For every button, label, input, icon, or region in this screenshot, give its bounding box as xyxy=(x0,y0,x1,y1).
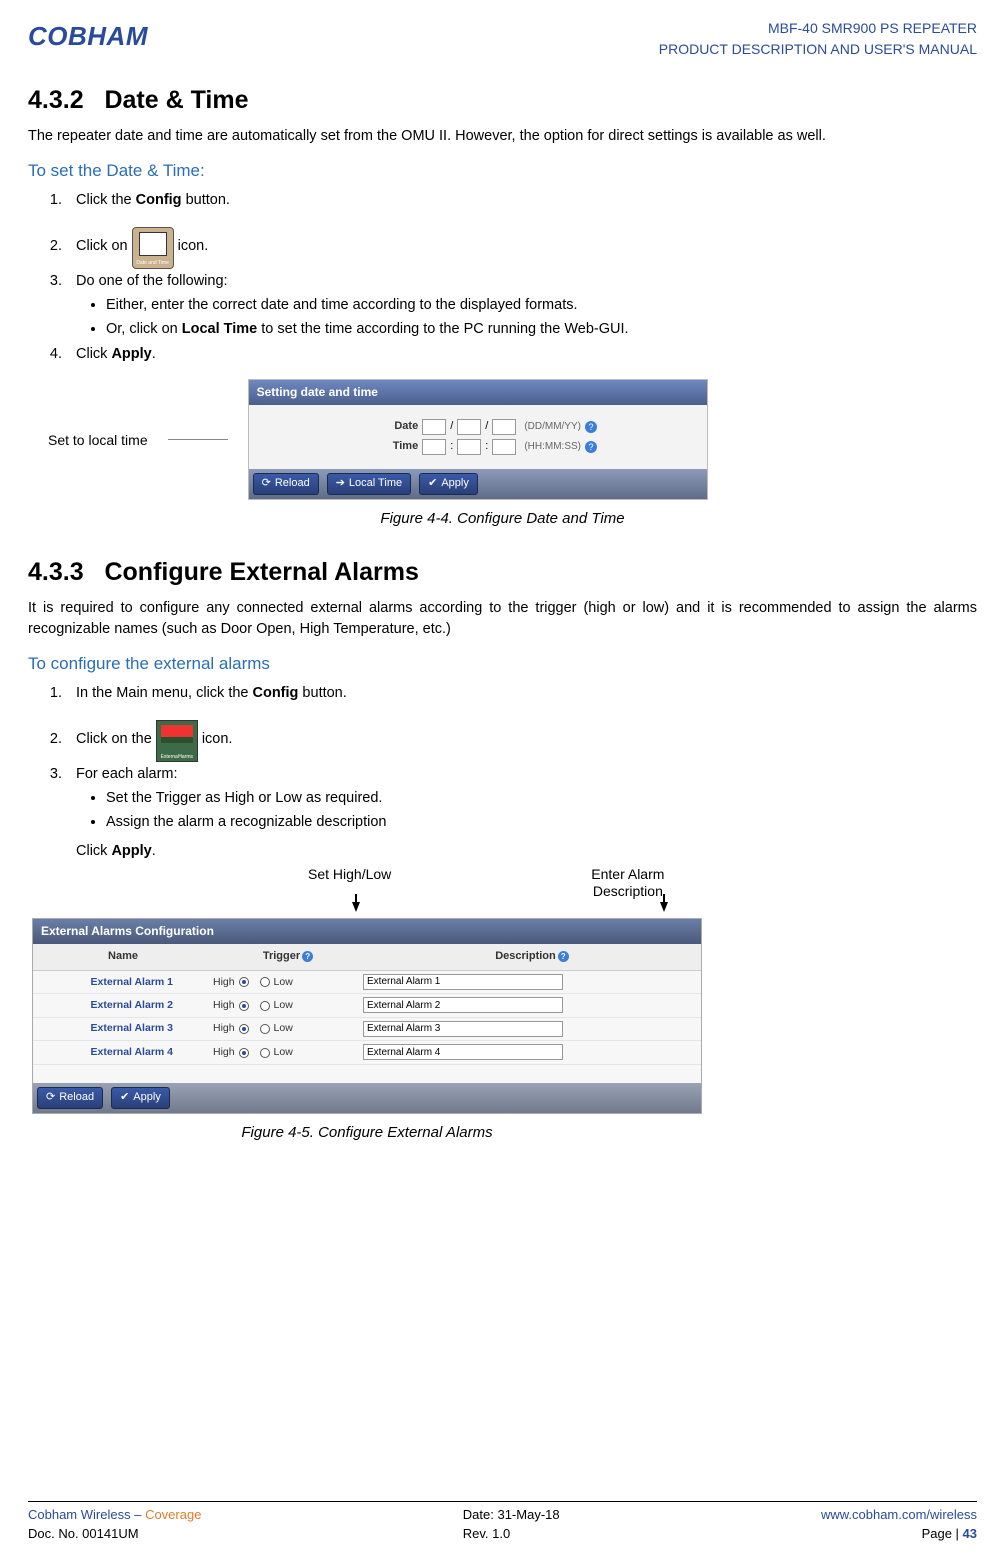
reload-button[interactable]: ⟳Reload xyxy=(37,1087,103,1109)
table-row: External Alarm 4 High Low xyxy=(33,1041,701,1064)
help-icon[interactable]: ? xyxy=(302,951,313,962)
alarm-name: External Alarm 4 xyxy=(33,1045,213,1060)
help-icon[interactable]: ? xyxy=(585,441,597,453)
header-line1: MBF-40 SMR900 PS REPEATER xyxy=(659,18,977,39)
alarm-desc-input[interactable] xyxy=(363,974,563,990)
datetime-panel-title: Setting date and time xyxy=(249,380,707,405)
external-alarms-panel-title: External Alarms Configuration xyxy=(33,919,701,944)
step-432-4: Click Apply. xyxy=(66,344,977,365)
callout-local-time: Set to local time xyxy=(48,430,148,450)
step-433-3-b2: Assign the alarm a recognizable descript… xyxy=(106,812,977,833)
datetime-panel: Setting date and time Date // (DD/MM/YY)… xyxy=(248,379,708,500)
reload-icon: ⟳ xyxy=(262,476,271,492)
figure-4-5-caption: Figure 4-5. Configure External Alarms xyxy=(32,1122,702,1144)
time-label: Time xyxy=(358,439,418,455)
alarm-name: External Alarm 2 xyxy=(33,998,213,1013)
date-label: Date xyxy=(358,419,418,435)
apply-button[interactable]: ✔Apply xyxy=(419,473,478,495)
footer-center: Date: 31-May-18 Rev. 1.0 xyxy=(463,1506,560,1544)
external-alarms-icon xyxy=(156,720,198,762)
section-432-sub: To set the Date & Time: xyxy=(28,159,977,184)
col-name: Name xyxy=(33,944,213,970)
footer-right: www.cobham.com/wireless Page | 43 xyxy=(821,1506,977,1544)
col-description: Description? xyxy=(363,944,701,970)
external-alarms-panel: External Alarms Configuration Name Trigg… xyxy=(32,918,702,1114)
alarm-name: External Alarm 3 xyxy=(33,1021,213,1036)
section-433-intro: It is required to configure any connecte… xyxy=(28,598,977,640)
time-ss-input[interactable] xyxy=(492,439,516,455)
help-icon[interactable]: ? xyxy=(585,421,597,433)
step-433-2: Click on the icon. xyxy=(66,718,977,760)
header-doc-title: MBF-40 SMR900 PS REPEATER PRODUCT DESCRI… xyxy=(659,18,977,60)
step-433-1: In the Main menu, click the Config butto… xyxy=(66,683,977,704)
arrow-icon: ➔ xyxy=(336,476,345,492)
table-row: External Alarm 2 High Low xyxy=(33,994,701,1017)
time-mm-input[interactable] xyxy=(457,439,481,455)
time-hh-input[interactable] xyxy=(422,439,446,455)
help-icon[interactable]: ? xyxy=(558,951,569,962)
annotation-arrows xyxy=(28,902,977,918)
annot-enter-desc: Enter AlarmDescription xyxy=(591,866,664,900)
step-432-3: Do one of the following: Either, enter t… xyxy=(66,271,977,340)
reload-icon: ⟳ xyxy=(46,1090,55,1106)
reload-button[interactable]: ⟳Reload xyxy=(253,473,319,495)
section-432-title: Date & Time xyxy=(104,86,248,114)
annot-set-high-low: Set High/Low xyxy=(308,866,391,900)
table-row: External Alarm 3 High Low xyxy=(33,1018,701,1041)
step-433-4: Click Apply. xyxy=(66,841,156,862)
check-icon: ✔ xyxy=(428,476,437,492)
radio-low[interactable] xyxy=(260,1001,270,1011)
radio-high[interactable] xyxy=(239,977,249,987)
page-header: COBHAM MBF-40 SMR900 PS REPEATER PRODUCT… xyxy=(28,18,977,60)
alarm-desc-input[interactable] xyxy=(363,1021,563,1037)
external-alarms-thead: Name Trigger? Description? xyxy=(33,944,701,971)
section-432-num: 4.3.2 xyxy=(28,86,84,114)
radio-low[interactable] xyxy=(260,1024,270,1034)
arrow-down-icon xyxy=(352,902,360,912)
step-432-3-b1: Either, enter the correct date and time … xyxy=(106,295,977,316)
radio-low[interactable] xyxy=(260,1048,270,1058)
steps-433: In the Main menu, click the Config butto… xyxy=(28,683,977,866)
figure-4-4: Set to local time Setting date and time … xyxy=(28,379,977,530)
figure-4-5-annotations: Set High/Low Enter AlarmDescription xyxy=(28,866,977,900)
step-432-1: Click the Config button. xyxy=(66,190,977,211)
alarm-name: External Alarm 1 xyxy=(33,975,213,990)
section-432-intro: The repeater date and time are automatic… xyxy=(28,126,977,147)
alarm-desc-input[interactable] xyxy=(363,1044,563,1060)
table-row: External Alarm 1 High Low xyxy=(33,971,701,994)
step-433-3: For each alarm: Set the Trigger as High … xyxy=(66,764,977,833)
steps-432: Click the Config button. Click on icon. … xyxy=(28,190,977,365)
date-yy-input[interactable] xyxy=(492,419,516,435)
apply-button[interactable]: ✔Apply xyxy=(111,1087,170,1109)
step-432-2: Click on icon. xyxy=(66,225,977,267)
callout-connector xyxy=(168,439,228,440)
figure-4-4-caption: Figure 4-4. Configure Date and Time xyxy=(28,508,977,530)
cobham-logo: COBHAM xyxy=(28,18,148,56)
section-433-title: Configure External Alarms xyxy=(104,558,418,586)
footer-left: Cobham Wireless – Coverage Doc. No. 0014… xyxy=(28,1506,201,1544)
alarm-desc-input[interactable] xyxy=(363,997,563,1013)
radio-high[interactable] xyxy=(239,1048,249,1058)
check-icon: ✔ xyxy=(120,1090,129,1106)
radio-low[interactable] xyxy=(260,977,270,987)
radio-high[interactable] xyxy=(239,1001,249,1011)
local-time-button[interactable]: ➔Local Time xyxy=(327,473,411,495)
radio-high[interactable] xyxy=(239,1024,249,1034)
page-footer: Cobham Wireless – Coverage Doc. No. 0014… xyxy=(28,1501,977,1544)
date-time-icon xyxy=(132,227,174,269)
date-format: (DD/MM/YY) xyxy=(524,420,581,435)
step-433-3-b1: Set the Trigger as High or Low as requir… xyxy=(106,788,977,809)
col-trigger: Trigger? xyxy=(213,944,363,970)
header-line2: PRODUCT DESCRIPTION AND USER'S MANUAL xyxy=(659,39,977,60)
arrow-down-icon xyxy=(660,902,668,912)
section-433-sub: To configure the external alarms xyxy=(28,652,977,677)
step-432-3-b2: Or, click on Local Time to set the time … xyxy=(106,319,977,340)
date-mm-input[interactable] xyxy=(457,419,481,435)
time-format: (HH:MM:SS) xyxy=(524,440,581,455)
section-432-heading: 4.3.2 Date & Time xyxy=(28,82,977,118)
section-433-heading: 4.3.3 Configure External Alarms xyxy=(28,554,977,590)
date-dd-input[interactable] xyxy=(422,419,446,435)
section-433-num: 4.3.3 xyxy=(28,558,84,586)
